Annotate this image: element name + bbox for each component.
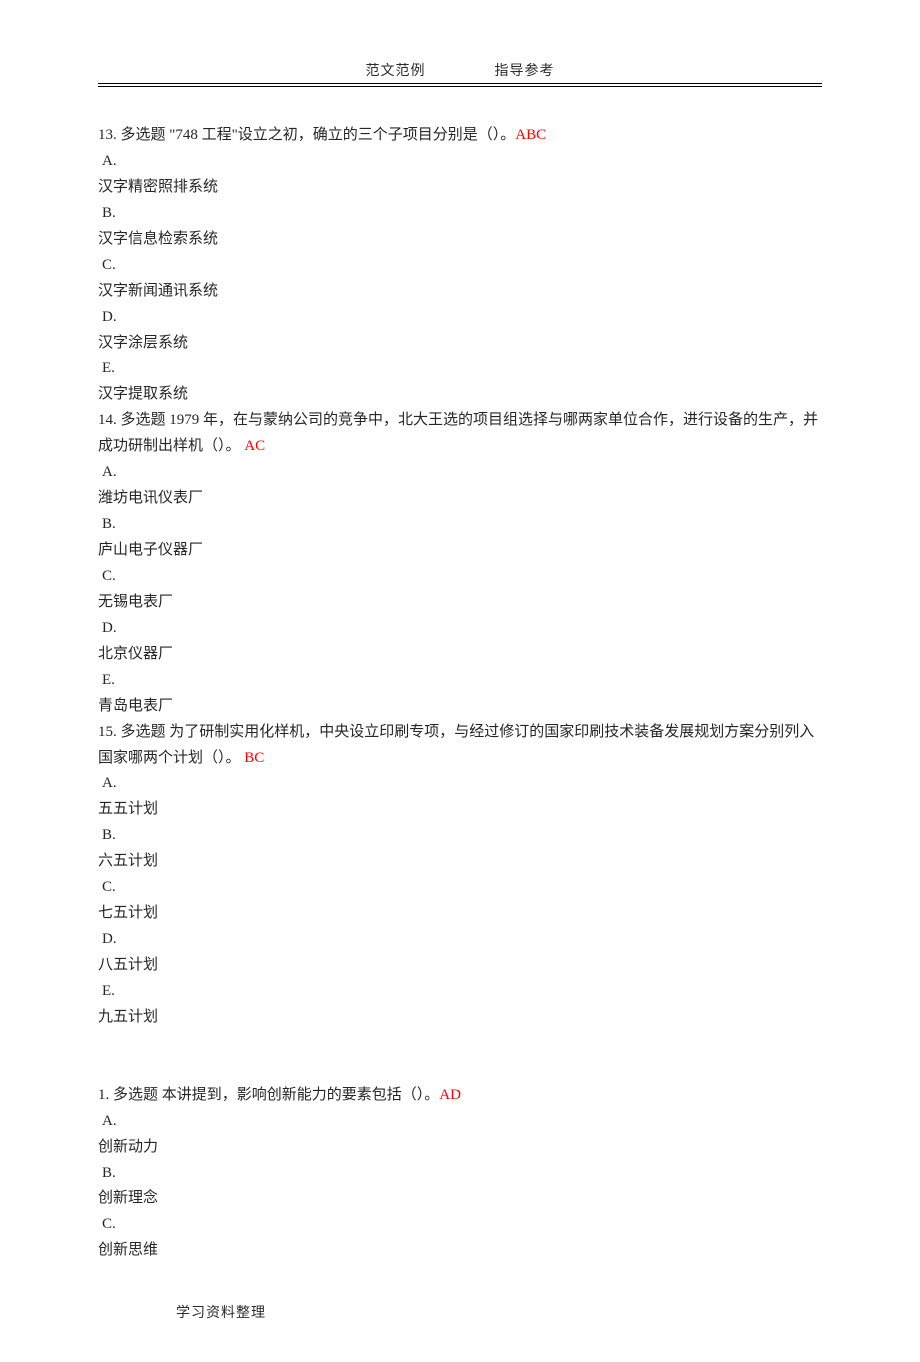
question-number: 14. bbox=[98, 412, 117, 428]
option-text: 七五计划 bbox=[98, 901, 822, 927]
question-answer: AD bbox=[439, 1087, 461, 1103]
question-answer: BC bbox=[244, 750, 264, 766]
document-page: 范文范例 指导参考 13. 多选题 "748 工程"设立之初，确立的三个子项目分… bbox=[0, 0, 920, 1362]
question-stem: "748 工程"设立之初，确立的三个子项目分别是（）。 bbox=[169, 127, 515, 143]
option-text: 潍坊电讯仪表厂 bbox=[98, 486, 822, 512]
option-label: A. bbox=[98, 149, 117, 175]
page-footer: 学习资料整理 bbox=[98, 1302, 822, 1322]
option-label: A. bbox=[98, 1109, 117, 1135]
option-text: 青岛电表厂 bbox=[98, 694, 822, 720]
option-label: E. bbox=[98, 668, 115, 694]
question-answer: AC bbox=[244, 438, 265, 454]
question-type: 多选题 bbox=[121, 724, 166, 740]
content-body: 13. 多选题 "748 工程"设立之初，确立的三个子项目分别是（）。ABC A… bbox=[98, 123, 822, 1264]
option-label: A. bbox=[98, 460, 117, 486]
question-stem: 本讲提到，影响创新能力的要素包括（）。 bbox=[162, 1087, 440, 1103]
header-rule-inner bbox=[98, 86, 822, 87]
header-rule-outer bbox=[98, 83, 822, 84]
option-label: C. bbox=[98, 564, 116, 590]
option-label: C. bbox=[98, 1212, 116, 1238]
option-label: E. bbox=[98, 979, 115, 1005]
option-text: 汉字新闻通讯系统 bbox=[98, 279, 822, 305]
header-left: 范文范例 bbox=[366, 64, 426, 79]
option-text: 九五计划 bbox=[98, 1005, 822, 1031]
option-text: 创新思维 bbox=[98, 1238, 822, 1264]
option-text: 汉字信息检索系统 bbox=[98, 227, 822, 253]
option-label: C. bbox=[98, 875, 116, 901]
question-answer: ABC bbox=[515, 127, 546, 143]
question-block: 13. 多选题 "748 工程"设立之初，确立的三个子项目分别是（）。ABC A… bbox=[98, 123, 822, 408]
blank-line bbox=[98, 1057, 822, 1083]
option-label: B. bbox=[98, 1161, 116, 1187]
question-type: 多选题 bbox=[113, 1087, 158, 1103]
blank-line bbox=[98, 1031, 822, 1057]
option-text: 创新动力 bbox=[98, 1135, 822, 1161]
header-right: 指导参考 bbox=[495, 64, 555, 79]
question-block: 14. 多选题 1979 年，在与蒙纳公司的竞争中，北大王选的项目组选择与哪两家… bbox=[98, 408, 822, 719]
option-text: 汉字涂层系统 bbox=[98, 331, 822, 357]
option-label: D. bbox=[98, 616, 117, 642]
question-number: 13. bbox=[98, 127, 117, 143]
option-label: B. bbox=[98, 512, 116, 538]
question-stem: 为了研制实用化样机，中央设立印刷专项，与经过修订的国家印刷技术装备发展规划方案分… bbox=[98, 724, 814, 766]
question-block: 1. 多选题 本讲提到，影响创新能力的要素包括（）。AD A. 创新动力 B. … bbox=[98, 1083, 822, 1265]
option-text: 创新理念 bbox=[98, 1186, 822, 1212]
option-label: E. bbox=[98, 356, 115, 382]
option-text: 八五计划 bbox=[98, 953, 822, 979]
page-header: 范文范例 指导参考 bbox=[98, 60, 822, 93]
option-text: 庐山电子仪器厂 bbox=[98, 538, 822, 564]
question-number: 1. bbox=[98, 1087, 109, 1103]
option-label: D. bbox=[98, 305, 117, 331]
option-text: 五五计划 bbox=[98, 797, 822, 823]
option-label: B. bbox=[98, 823, 116, 849]
question-number: 15. bbox=[98, 724, 117, 740]
question-type: 多选题 bbox=[121, 127, 166, 143]
option-label: A. bbox=[98, 771, 117, 797]
question-stem: 1979 年，在与蒙纳公司的竞争中，北大王选的项目组选择与哪两家单位合作，进行设… bbox=[98, 412, 818, 454]
question-block: 15. 多选题 为了研制实用化样机，中央设立印刷专项，与经过修订的国家印刷技术装… bbox=[98, 720, 822, 1031]
option-text: 汉字提取系统 bbox=[98, 382, 822, 408]
option-text: 北京仪器厂 bbox=[98, 642, 822, 668]
question-type: 多选题 bbox=[121, 412, 166, 428]
option-label: B. bbox=[98, 201, 116, 227]
option-text: 汉字精密照排系统 bbox=[98, 175, 822, 201]
option-text: 六五计划 bbox=[98, 849, 822, 875]
option-label: C. bbox=[98, 253, 116, 279]
option-label: D. bbox=[98, 927, 117, 953]
option-text: 无锡电表厂 bbox=[98, 590, 822, 616]
